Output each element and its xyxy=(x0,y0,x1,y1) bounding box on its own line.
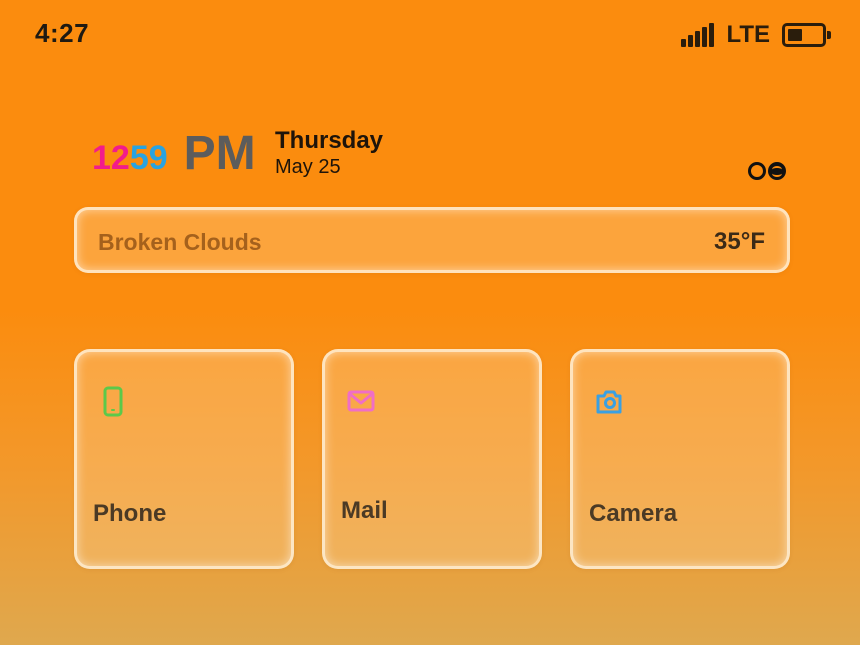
camera-icon xyxy=(596,390,622,414)
weather-widget[interactable]: Broken Clouds 35°F xyxy=(74,207,790,273)
camera-tile[interactable]: Camera xyxy=(570,349,790,569)
mail-label: Mail xyxy=(341,497,388,524)
clock-minute: 59 xyxy=(129,139,168,177)
weekday-label: Thursday xyxy=(275,127,384,154)
date-label: May 25 xyxy=(275,156,341,178)
phone-tile[interactable]: Phone xyxy=(74,349,294,569)
phone-label: Phone xyxy=(93,500,167,527)
camera-label: Camera xyxy=(589,500,678,527)
date-block: Thursday May 25 xyxy=(275,127,383,179)
face-icon xyxy=(768,162,786,180)
status-indicators: LTE xyxy=(681,20,831,50)
battery-level xyxy=(788,29,802,41)
ring-icon xyxy=(748,162,766,180)
battery-icon xyxy=(782,23,831,47)
clock-hour: 12 xyxy=(92,139,130,177)
signal-icon xyxy=(681,23,716,47)
mail-icon xyxy=(347,390,375,412)
indicator-icons xyxy=(748,162,786,180)
weather-description: Broken Clouds xyxy=(98,229,262,255)
status-time: 4:27 xyxy=(35,18,90,48)
weather-temperature: 35°F xyxy=(714,228,765,255)
phone-icon xyxy=(103,386,123,417)
clock-ampm: PM xyxy=(183,127,256,180)
mail-tile[interactable]: Mail xyxy=(322,349,542,569)
clock: 12 59 PM xyxy=(92,126,256,181)
network-type: LTE xyxy=(726,21,770,48)
